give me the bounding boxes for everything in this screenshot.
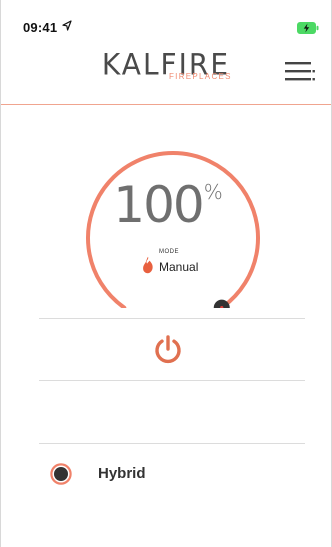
location-arrow-icon: [62, 20, 72, 31]
power-icon[interactable]: [152, 334, 184, 366]
brand-subtitle: FIREPLACES: [169, 72, 232, 81]
flame-icon: [143, 256, 153, 274]
radio-selected-icon[interactable]: [50, 463, 72, 485]
status-time: 09:41: [23, 20, 58, 35]
battery-charging-icon: [297, 22, 319, 34]
flame-level-value: 100: [113, 176, 204, 234]
hamburger-menu-icon[interactable]: [285, 60, 315, 82]
mode-value[interactable]: Manual: [159, 260, 198, 274]
status-bar: 09:41: [1, 0, 331, 40]
hybrid-option[interactable]: Hybrid: [41, 458, 305, 490]
divider: [39, 318, 305, 319]
app-screen: 09:41 KALFIRE FIREPLACES 100% MODE Manua…: [0, 0, 332, 547]
brand-name: KALFIRE: [101, 47, 231, 82]
app-header: KALFIRE FIREPLACES: [1, 40, 331, 105]
flame-level-unit: %: [203, 180, 223, 204]
mode-label: MODE: [159, 249, 179, 255]
divider: [39, 443, 305, 444]
flame-level-readout: 100%: [1, 176, 331, 234]
divider: [39, 380, 305, 381]
brand-logo: KALFIRE: [1, 47, 331, 82]
hybrid-label: Hybrid: [98, 465, 146, 482]
flame-level-dial[interactable]: 100% MODE Manual: [1, 148, 331, 308]
